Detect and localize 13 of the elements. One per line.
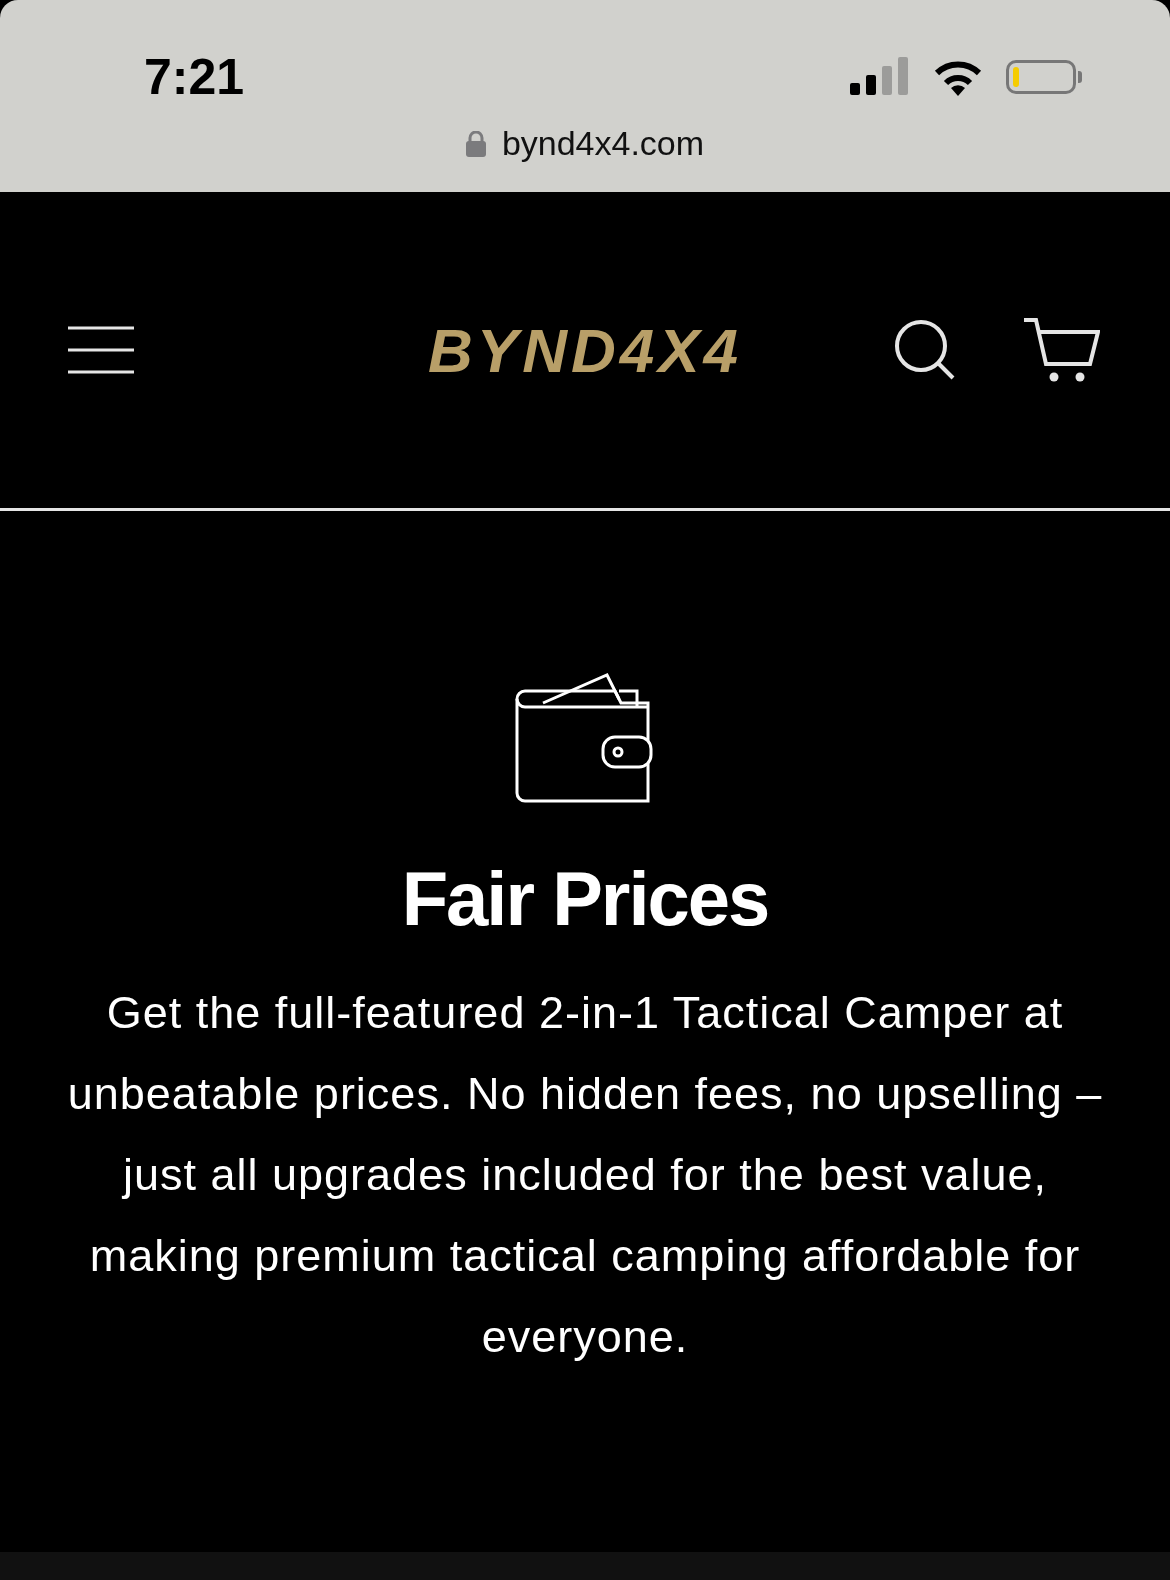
lock-icon: [465, 130, 486, 157]
battery-icon: [1006, 60, 1082, 94]
wallet-icon: [515, 673, 655, 805]
wifi-icon: [932, 58, 984, 96]
signal-icon: [850, 57, 910, 97]
search-icon[interactable]: [894, 319, 956, 381]
url-text[interactable]: bynd4x4.com: [501, 124, 705, 163]
feature-title: Fair Prices: [401, 855, 769, 942]
feature-text: Get the full-featured 2-in-1 Tactical Camper at unbeatable prices. No hidden fees, no upselling – just all upgrades included for the best value, making premium tactical camping affordable for everyone.: [66, 986, 1104, 1364]
cart-icon[interactable]: [1024, 318, 1100, 382]
logo[interactable]: BYND4X4: [428, 314, 742, 386]
menu-icon[interactable]: [68, 326, 134, 374]
status-time: 7:21: [144, 48, 245, 106]
